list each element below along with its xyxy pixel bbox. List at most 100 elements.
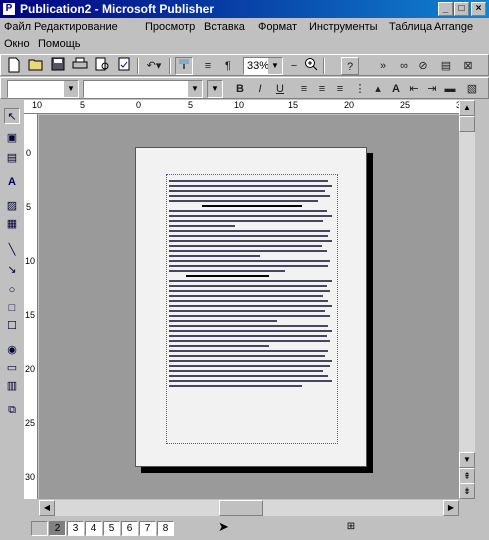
page-nav-start[interactable] bbox=[31, 521, 48, 536]
clip-art-tool-icon[interactable]: ▦ bbox=[4, 216, 20, 232]
style-select[interactable]: ▼ bbox=[7, 80, 79, 98]
table-frame-tool-icon[interactable]: ▤ bbox=[4, 150, 20, 166]
scroll-right-icon[interactable]: ▶ bbox=[443, 500, 459, 516]
font-size-select[interactable]: ▼ bbox=[207, 80, 223, 98]
horizontal-scrollbar[interactable]: ◀ ▶ bbox=[39, 500, 459, 516]
ruler-tick: 5 bbox=[188, 100, 194, 110]
format-painter-icon[interactable] bbox=[175, 57, 193, 75]
spelling-icon[interactable] bbox=[115, 57, 133, 75]
text-line bbox=[169, 305, 332, 307]
paragraph-icon[interactable]: ¶ bbox=[219, 57, 237, 75]
text-frame-properties-icon[interactable]: ▤ bbox=[437, 57, 455, 75]
line-color-icon[interactable]: ▬ bbox=[441, 80, 459, 98]
picture-tool-icon[interactable]: ▨ bbox=[4, 198, 20, 214]
vertical-scroll-thumb[interactable] bbox=[459, 116, 475, 132]
italic-button[interactable]: I bbox=[251, 80, 269, 98]
align-center-icon[interactable]: ≡ bbox=[313, 80, 331, 98]
menu-file[interactable]: Файл bbox=[4, 21, 31, 33]
chevron-down-icon: ▼ bbox=[188, 81, 202, 97]
menu-edit[interactable]: Редактирование bbox=[34, 21, 118, 33]
oval-tool-icon[interactable]: ○ bbox=[4, 282, 20, 298]
scroll-left-icon[interactable]: ◀ bbox=[39, 500, 55, 516]
page-tab-5[interactable]: 5 bbox=[103, 521, 120, 536]
pointer-tool-icon[interactable]: ↖ bbox=[4, 108, 20, 124]
minimize-button[interactable]: _ bbox=[438, 2, 453, 16]
font-select[interactable]: ▼ bbox=[83, 80, 203, 98]
page-tab-8[interactable]: 8 bbox=[157, 521, 174, 536]
save-icon[interactable] bbox=[49, 57, 67, 75]
page-tab-6[interactable]: 6 bbox=[121, 521, 138, 536]
scroll-up-icon[interactable]: ▲ bbox=[459, 100, 475, 116]
text-align-icon[interactable]: ≡ bbox=[199, 57, 217, 75]
custom-shapes-tool-icon[interactable]: ☐ bbox=[4, 318, 20, 334]
bold-button[interactable]: B bbox=[231, 80, 249, 98]
text-line bbox=[169, 335, 327, 337]
menu-table[interactable]: Таблица bbox=[389, 21, 432, 33]
unlink-icon[interactable]: ⊘ bbox=[414, 57, 432, 75]
open-folder-icon[interactable] bbox=[27, 57, 45, 75]
text-line bbox=[169, 235, 329, 237]
text-line bbox=[169, 285, 327, 287]
ruler-tick: 25 bbox=[25, 418, 36, 428]
form-control-tool-icon[interactable]: ▭ bbox=[4, 360, 20, 376]
zoom-select[interactable]: 33% ▼ bbox=[243, 57, 283, 75]
line-tool-icon[interactable]: ╲ bbox=[4, 242, 20, 258]
undo-icon[interactable]: ↶▾ bbox=[142, 57, 166, 75]
wrap-text-icon[interactable]: ⊠ bbox=[459, 57, 477, 75]
scroll-down-icon[interactable]: ▼ bbox=[459, 452, 475, 468]
maximize-button[interactable]: □ bbox=[454, 2, 469, 16]
page-up-icon[interactable]: ⇞ bbox=[459, 468, 475, 484]
publication-page[interactable] bbox=[135, 147, 367, 467]
print-preview-icon[interactable] bbox=[93, 57, 111, 75]
page-tab-2[interactable]: 2 bbox=[49, 521, 66, 536]
align-left-icon[interactable]: ≡ bbox=[295, 80, 313, 98]
print-icon[interactable] bbox=[71, 57, 89, 75]
increase-indent-icon[interactable]: ⇥ bbox=[423, 80, 441, 98]
decrease-indent-icon[interactable]: ⇤ bbox=[405, 80, 423, 98]
text-frame-tool-icon[interactable]: ▣ bbox=[4, 130, 20, 146]
fill-color-icon[interactable]: ▧ bbox=[463, 80, 481, 98]
design-gallery-tool-icon[interactable]: ⧉ bbox=[4, 402, 20, 418]
increase-font-icon[interactable]: ▴ bbox=[369, 80, 387, 98]
vertical-ruler[interactable]: 0 5 10 15 20 25 30 bbox=[24, 114, 38, 499]
arrow-tool-icon[interactable]: ↘ bbox=[4, 262, 20, 278]
underline-button[interactable]: U bbox=[271, 80, 289, 98]
rectangle-tool-icon[interactable]: □ bbox=[4, 300, 20, 316]
vertical-scrollbar[interactable]: ▲ ▼ ⇞ ⇟ bbox=[459, 100, 475, 499]
close-button[interactable]: × bbox=[471, 2, 486, 16]
zoom-in-icon[interactable] bbox=[303, 57, 319, 75]
hot-spot-tool-icon[interactable]: ◉ bbox=[4, 342, 20, 358]
align-right-icon[interactable]: ≡ bbox=[331, 80, 349, 98]
horizontal-ruler[interactable]: 10 5 0 5 10 15 20 25 30 bbox=[24, 100, 474, 114]
page-tab-3[interactable]: 3 bbox=[67, 521, 84, 536]
toolbar-options-icon[interactable]: » bbox=[377, 57, 389, 75]
help-button[interactable]: ? bbox=[341, 57, 359, 75]
ruler-tick: 15 bbox=[288, 100, 299, 110]
horizontal-scroll-thumb[interactable] bbox=[219, 500, 263, 516]
page-down-icon[interactable]: ⇟ bbox=[459, 483, 475, 499]
link-icon[interactable]: ∞ bbox=[395, 57, 413, 75]
page-tab-7[interactable]: 7 bbox=[139, 521, 156, 536]
text-line bbox=[169, 295, 324, 297]
text-line bbox=[169, 245, 322, 247]
ruler-tick: 0 bbox=[26, 148, 32, 158]
new-document-icon[interactable] bbox=[5, 57, 23, 75]
menu-format[interactable]: Формат bbox=[258, 21, 297, 33]
publisher-app-icon[interactable]: P bbox=[2, 2, 16, 16]
menu-tools[interactable]: Инструменты bbox=[309, 21, 378, 33]
publication-workspace[interactable] bbox=[39, 115, 459, 499]
font-color-icon[interactable]: A bbox=[387, 80, 405, 98]
bullets-icon[interactable]: ⋮ bbox=[351, 80, 369, 98]
menu-insert[interactable]: Вставка bbox=[204, 21, 245, 33]
page-tab-4[interactable]: 4 bbox=[85, 521, 102, 536]
menu-view[interactable]: Просмотр bbox=[145, 21, 195, 33]
html-code-tool-icon[interactable]: ▥ bbox=[4, 378, 20, 394]
menu-arrange[interactable]: Arrange bbox=[434, 21, 473, 33]
text-frame[interactable] bbox=[166, 174, 338, 444]
zoom-out-icon[interactable]: − bbox=[285, 57, 303, 75]
text-line bbox=[169, 350, 329, 352]
menu-window[interactable]: Окно bbox=[4, 38, 30, 50]
wordart-tool-icon[interactable]: A bbox=[4, 174, 20, 190]
menu-help[interactable]: Помощь bbox=[38, 38, 81, 50]
text-line bbox=[169, 320, 277, 322]
